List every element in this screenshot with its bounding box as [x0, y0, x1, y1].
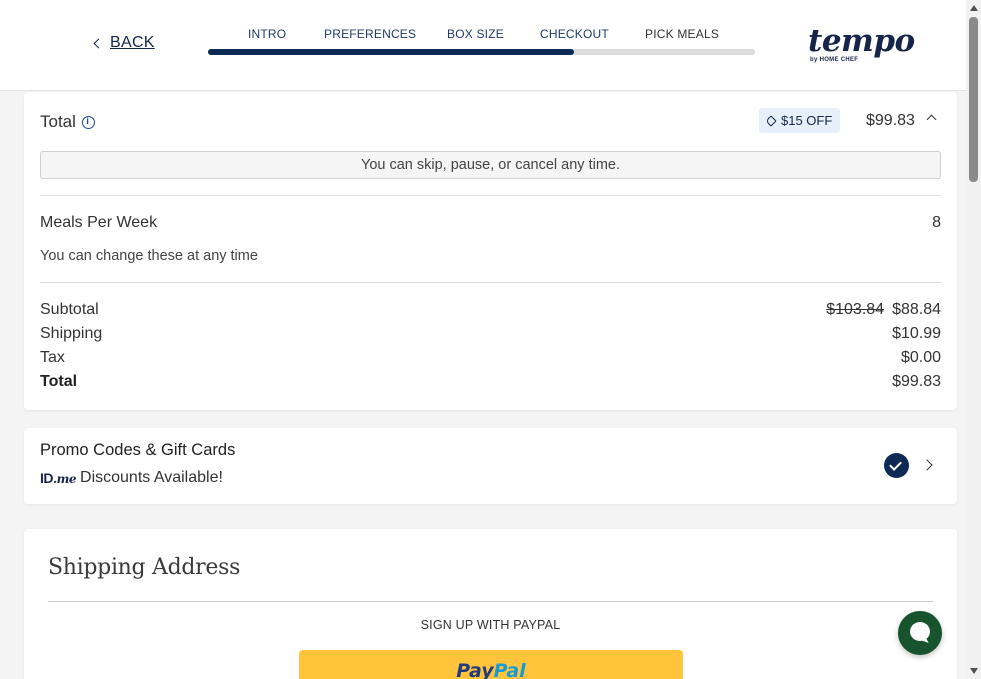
idme-discount-line: ID.me Discounts Available!: [40, 469, 223, 487]
chat-button[interactable]: [898, 611, 942, 655]
scroll-thumb[interactable]: [969, 17, 978, 182]
info-icon[interactable]: [81, 115, 95, 129]
meals-per-week-value: 8: [932, 214, 941, 231]
step-checkout[interactable]: CHECKOUT: [540, 27, 609, 41]
collapse-chevron-icon[interactable]: [926, 114, 937, 125]
subtotal-label: Subtotal: [40, 301, 99, 318]
total-header: Total: [40, 112, 95, 132]
skip-note: You can skip, pause, or cancel any time.: [40, 151, 941, 179]
paypal-signup-label: SIGN UP WITH PAYPAL: [420, 618, 561, 632]
shipping-value: $10.99: [892, 325, 941, 342]
shipping-label: Shipping: [40, 325, 103, 342]
paypal-logo-pal: Pal: [493, 660, 526, 679]
checkout-stepper: INTRO PREFERENCES BOX SIZE CHECKOUT PICK…: [208, 27, 755, 57]
grand-total-value: $99.83: [892, 373, 941, 390]
checkmark-icon: [884, 453, 909, 478]
tax-label: Tax: [40, 349, 65, 366]
total-label: Total: [40, 112, 76, 131]
subtotal-original-price: $103.84: [826, 301, 885, 318]
idme-logo-id: ID: [40, 470, 54, 486]
shipping-address-card: Shipping Address SIGN UP WITH PAYPAL Pay…: [24, 529, 957, 679]
grand-total-label: Total: [40, 373, 78, 390]
tag-icon: [765, 114, 777, 127]
scroll-down-arrow-icon[interactable]: [970, 668, 978, 674]
back-button[interactable]: BACK: [93, 34, 155, 52]
shipping-address-title: Shipping Address: [48, 555, 241, 580]
chevron-left-icon: [93, 38, 104, 48]
change-note: You can change these at any time: [40, 248, 258, 264]
page-scrollbar[interactable]: [966, 0, 981, 679]
step-box-size[interactable]: BOX SIZE: [447, 27, 504, 41]
tempo-logo[interactable]: tempo by HOME CHEF: [808, 23, 915, 66]
chevron-right-icon[interactable]: [921, 459, 933, 471]
paypal-button[interactable]: PayPal: [299, 650, 683, 679]
progress-fill: [208, 49, 575, 55]
total-amount: $99.83: [866, 112, 915, 129]
subtotal-discounted-price: $88.84: [892, 301, 941, 318]
step-intro[interactable]: INTRO: [248, 27, 286, 41]
progress-bar: [208, 49, 755, 55]
top-header: BACK INTRO PREFERENCES BOX SIZE CHECKOUT…: [0, 0, 966, 91]
chat-bubble-tail: [922, 634, 931, 644]
divider: [48, 601, 933, 602]
step-preferences[interactable]: PREFERENCES: [324, 27, 416, 41]
tax-value: $0.00: [900, 349, 941, 366]
discount-badge-label: $15 OFF: [781, 113, 833, 128]
logo-word: tempo: [808, 23, 915, 59]
idme-discount-text: Discounts Available!: [80, 469, 223, 486]
subtotal-value: $103.84 $88.84: [826, 301, 941, 319]
meals-per-week-label: Meals Per Week: [40, 214, 158, 231]
paypal-logo-pay: Pay: [456, 660, 494, 679]
idme-logo-me: .me: [53, 472, 77, 486]
back-label: BACK: [110, 34, 155, 51]
paypal-logo: PayPal: [456, 660, 525, 679]
order-summary-card: Total $15 OFF $99.83 You can skip, pause…: [24, 92, 957, 410]
idme-logo: ID.me: [40, 470, 77, 486]
divider: [40, 195, 941, 196]
divider: [40, 282, 941, 283]
promo-title: Promo Codes & Gift Cards: [40, 441, 236, 459]
scroll-up-arrow-icon[interactable]: [970, 5, 978, 11]
discount-badge: $15 OFF: [759, 108, 841, 133]
step-pick-meals[interactable]: PICK MEALS: [645, 27, 719, 41]
promo-codes-card[interactable]: Promo Codes & Gift Cards ID.me Discounts…: [24, 428, 957, 504]
